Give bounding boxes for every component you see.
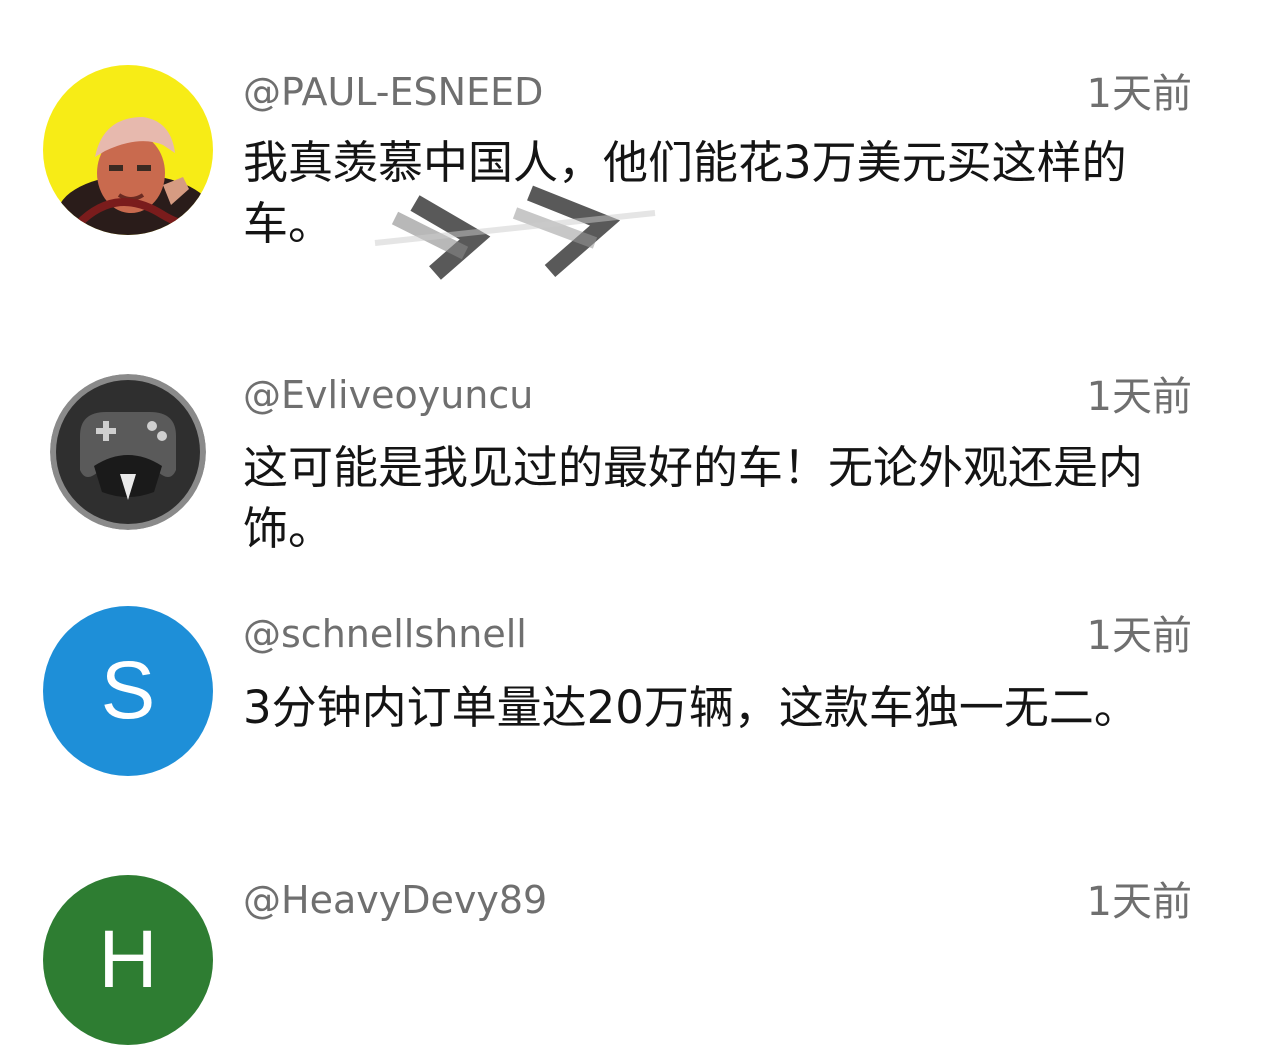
avatar[interactable]: H	[43, 875, 213, 1045]
comment-timestamp: 1天前	[1086, 879, 1192, 925]
comment-item: H @HeavyDevy89 1天前	[0, 0, 1280, 1045]
avatar-letter: H	[98, 914, 158, 1005]
comment-username[interactable]: @HeavyDevy89	[243, 881, 547, 919]
